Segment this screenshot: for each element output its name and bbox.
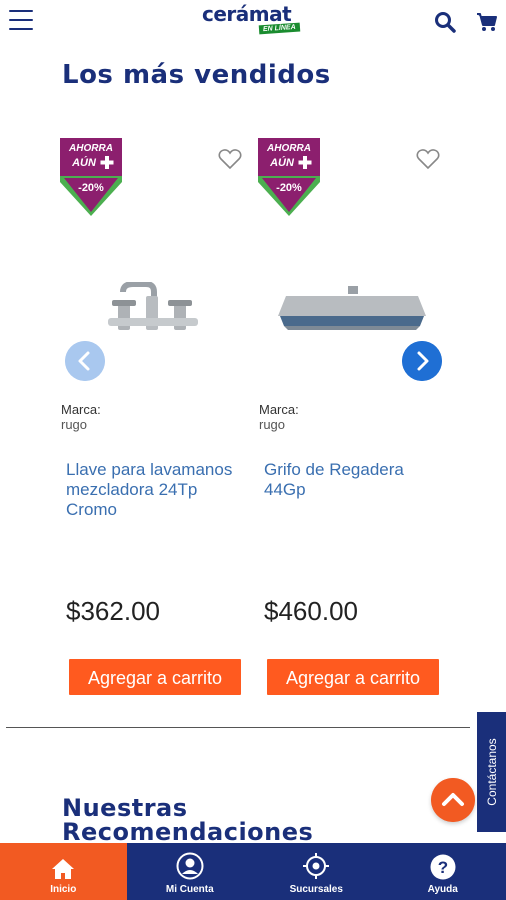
- nav-item-sucursales[interactable]: Sucursales: [253, 843, 380, 900]
- nav-label: Sucursales: [289, 884, 343, 895]
- shower-head-image: [278, 286, 426, 330]
- app-header: cerámat EN LÍNEA: [0, 0, 506, 44]
- brand-value: rugo: [259, 417, 286, 432]
- best-sellers-title: Los más vendidos: [62, 60, 331, 90]
- badge-discount: -20%: [78, 182, 104, 194]
- svg-text:?: ?: [438, 858, 448, 877]
- logo-tagline: EN LÍNEA: [258, 22, 300, 35]
- nav-label: Mi Cuenta: [165, 884, 214, 895]
- recommendations-title: Nuestras Recomendaciones: [62, 796, 313, 844]
- discount-badge: AHORRA AÚN -20%: [60, 138, 122, 216]
- heart-icon[interactable]: [416, 148, 440, 170]
- badge-line2: AÚN: [269, 156, 295, 169]
- brand-label: Marca:: [259, 402, 299, 417]
- scroll-to-top-button[interactable]: [431, 778, 475, 822]
- shopping-cart-icon[interactable]: [476, 11, 498, 33]
- page: cerámat EN LÍNEA Los más vendidos AHORRA…: [0, 0, 506, 900]
- add-to-cart-button[interactable]: Agregar a carrito: [69, 659, 241, 695]
- carousel-next-button[interactable]: [402, 341, 442, 381]
- nav-item-inicio[interactable]: Inicio: [0, 843, 127, 900]
- add-to-cart-button[interactable]: Agregar a carrito: [267, 659, 439, 695]
- badge-discount: -20%: [276, 182, 302, 194]
- section-divider: [6, 727, 470, 728]
- carousel-prev-button[interactable]: [65, 341, 105, 381]
- product-name-link[interactable]: Grifo de Regadera 44Gp: [264, 460, 439, 500]
- badge-line2: AÚN: [71, 156, 97, 169]
- product-price: $362.00: [66, 596, 160, 626]
- nav-item-mi-cuenta[interactable]: Mi Cuenta: [127, 843, 254, 900]
- user-icon: [176, 852, 204, 880]
- brand-label: Marca:: [61, 402, 101, 417]
- contact-tab[interactable]: Contáctanos: [477, 712, 506, 832]
- location-target-icon: [303, 853, 330, 879]
- ceramat-logo[interactable]: cerámat EN LÍNEA: [202, 2, 306, 36]
- bottom-nav: Inicio Mi Cuenta Sucursales ? Ayuda: [0, 843, 506, 900]
- product-card: AHORRA AÚN -20% Marca: rugo Grifo de Reg…: [256, 132, 446, 702]
- search-icon[interactable]: [434, 11, 456, 33]
- discount-badge: AHORRA AÚN -20%: [258, 138, 320, 216]
- nav-label: Inicio: [50, 884, 77, 895]
- brand-value: rugo: [61, 417, 88, 432]
- recommendations-title-line1: Nuestras: [62, 794, 188, 822]
- product-card: AHORRA AÚN -20% Marca: rugo Llave para l…: [58, 132, 248, 702]
- home-icon: [52, 859, 75, 879]
- faucet-image: [108, 282, 198, 330]
- badge-line1: AHORRA: [266, 143, 311, 154]
- contact-tab-label: Contáctanos: [484, 738, 499, 806]
- product-name-link[interactable]: Llave para lavamanos mezcladora 24Tp Cro…: [66, 460, 241, 520]
- recommendations-title-line2: Recomendaciones: [62, 818, 314, 846]
- badge-line1: AHORRA: [68, 143, 113, 154]
- logo-text: cerámat: [202, 2, 292, 26]
- help-icon: ?: [430, 854, 456, 880]
- nav-label: Ayuda: [427, 884, 458, 895]
- heart-icon[interactable]: [218, 148, 242, 170]
- nav-item-ayuda[interactable]: ? Ayuda: [380, 843, 506, 900]
- hamburger-menu-icon[interactable]: [9, 10, 33, 30]
- product-price: $460.00: [264, 596, 358, 626]
